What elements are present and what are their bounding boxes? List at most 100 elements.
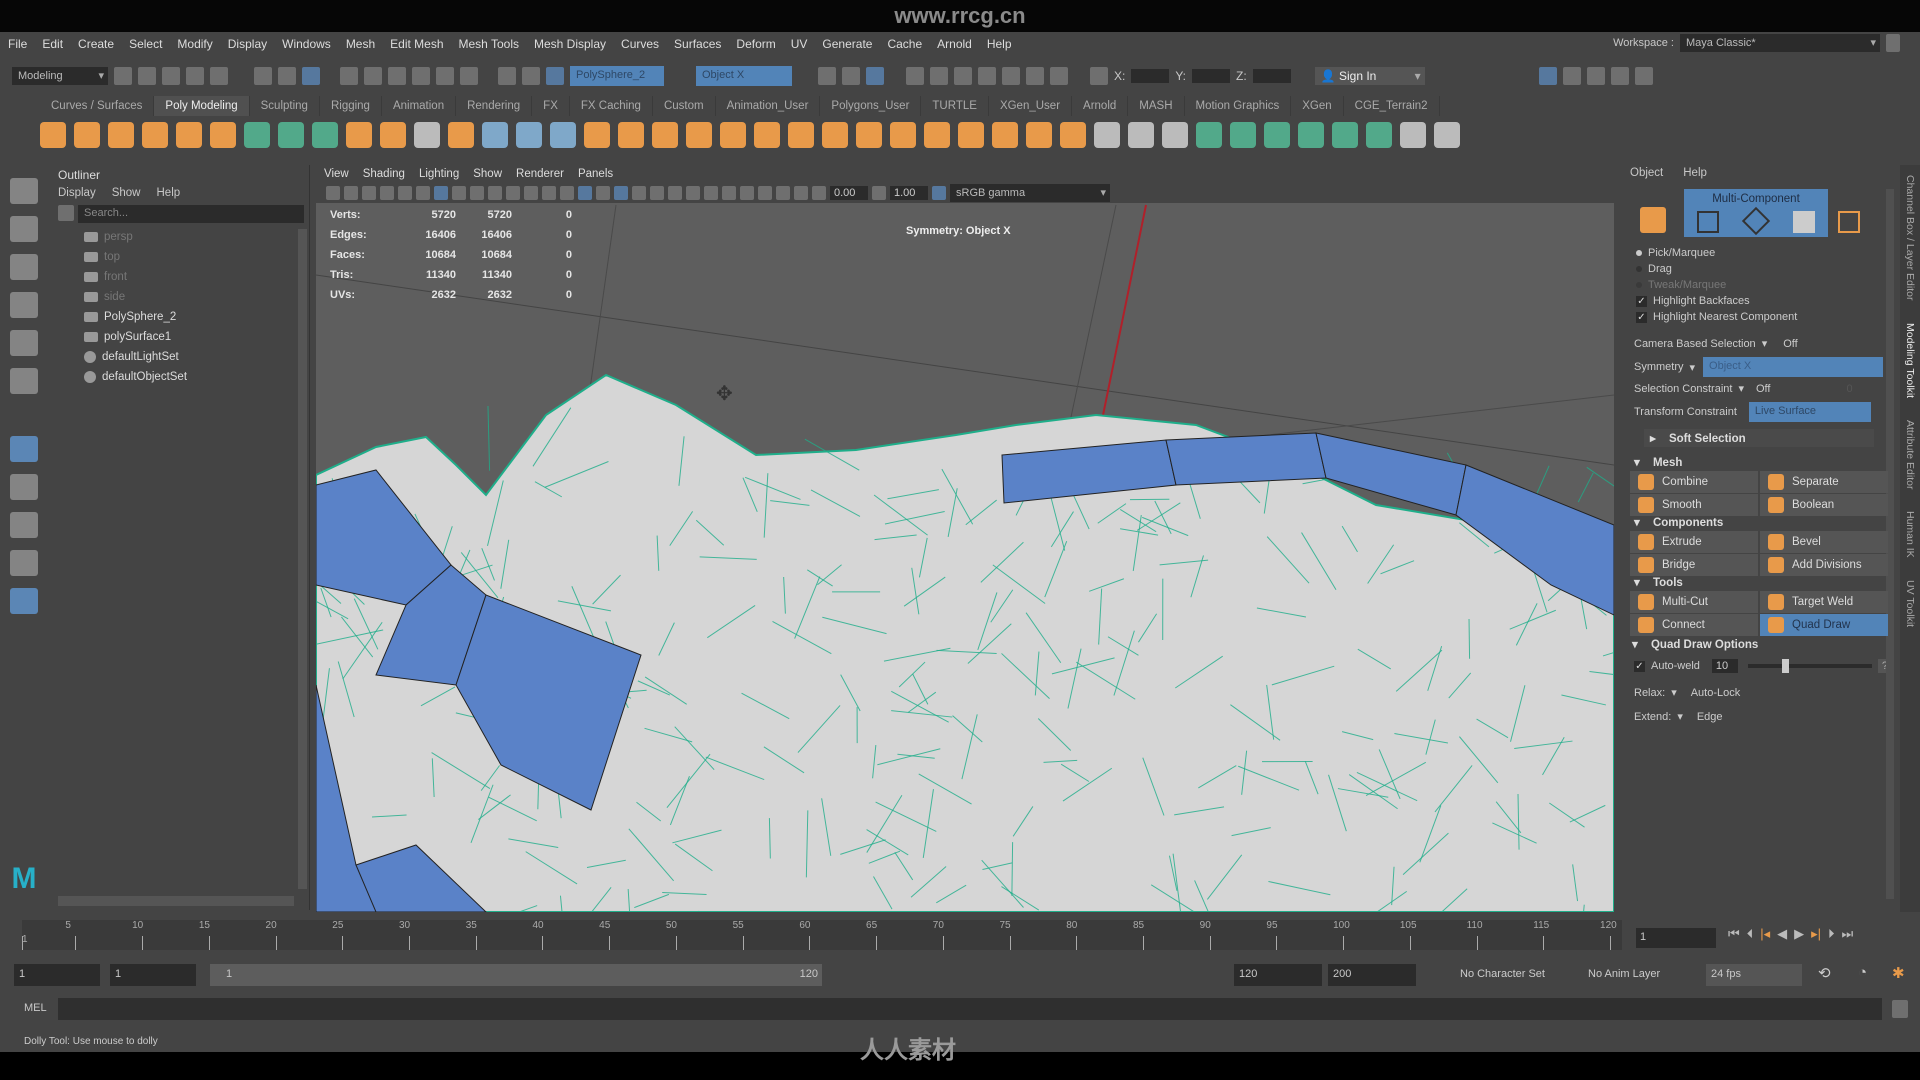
shelf-tab[interactable]: Custom: [653, 96, 716, 116]
select-component-icon[interactable]: [302, 67, 320, 85]
render-frame-icon[interactable]: [906, 67, 924, 85]
shelf-tool-icon[interactable]: [1230, 122, 1256, 148]
viewport-menu-panels[interactable]: Panels: [578, 168, 613, 180]
menu-edit[interactable]: Edit: [42, 37, 63, 51]
z-field[interactable]: [1252, 69, 1291, 83]
camera-selection-dropdown[interactable]: ▾: [1762, 337, 1768, 350]
shelf-tool-icon[interactable]: [1434, 122, 1460, 148]
redo-icon[interactable]: [210, 67, 228, 85]
symmetry-field[interactable]: Object X: [696, 66, 792, 86]
motion-blur-icon[interactable]: [704, 186, 718, 200]
safe-title-icon[interactable]: [542, 186, 556, 200]
input-ops-icon[interactable]: [818, 67, 836, 85]
shelf-tab[interactable]: Arnold: [1072, 96, 1129, 116]
outliner-layout-icon[interactable]: [10, 588, 38, 614]
four-view-layout-icon[interactable]: [10, 512, 38, 538]
separate-button[interactable]: Separate: [1760, 471, 1888, 493]
shelf-tab[interactable]: CGE_Terrain2: [1344, 96, 1440, 116]
shelf-tool-icon[interactable]: [788, 122, 814, 148]
transform-constraint-dropdown[interactable]: Live Surface: [1748, 402, 1871, 422]
shelf-tool-icon[interactable]: [1332, 122, 1358, 148]
bevel-button[interactable]: Bevel: [1760, 531, 1888, 553]
shelf-tool-icon[interactable]: [856, 122, 882, 148]
menu-windows[interactable]: Windows: [282, 37, 331, 51]
current-frame-field[interactable]: 1: [1636, 928, 1716, 948]
menu-mesh-display[interactable]: Mesh Display: [534, 37, 606, 51]
outliner-menu-help[interactable]: Help: [157, 187, 181, 199]
select-hierarchy-icon[interactable]: [254, 67, 272, 85]
menu-mesh[interactable]: Mesh: [346, 37, 375, 51]
shadows-icon[interactable]: [668, 186, 682, 200]
auto-weld-checkbox[interactable]: ✓: [1634, 660, 1645, 672]
shelf-tool-icon[interactable]: [584, 122, 610, 148]
y-field[interactable]: [1192, 69, 1231, 83]
menu-display[interactable]: Display: [228, 37, 267, 51]
human-ik-toggle-icon[interactable]: [1562, 67, 1581, 85]
magnet-live-icon[interactable]: [546, 67, 564, 85]
xray-joints-icon[interactable]: [776, 186, 790, 200]
lights-icon[interactable]: [650, 186, 664, 200]
step-back-key-icon[interactable]: |◂: [1760, 926, 1770, 942]
shelf-tab[interactable]: Animation: [382, 96, 457, 116]
shelf-tool-icon[interactable]: [754, 122, 780, 148]
outliner-item[interactable]: persp: [84, 227, 294, 247]
script-editor-icon[interactable]: [1892, 1000, 1908, 1018]
open-scene-icon[interactable]: [138, 67, 156, 85]
side-tab[interactable]: Human IK: [1904, 511, 1916, 558]
shelf-tool-icon[interactable]: [448, 122, 474, 148]
lock-selection-icon[interactable]: [460, 67, 478, 85]
step-forward-key-icon[interactable]: ▸|: [1811, 926, 1821, 942]
exposure-icon[interactable]: [812, 186, 826, 200]
shelf-tool-icon[interactable]: [176, 122, 202, 148]
outliner-item[interactable]: side: [84, 287, 294, 307]
shelf-tool-icon[interactable]: [278, 122, 304, 148]
select-tool-icon[interactable]: [10, 178, 38, 204]
paint-select-tool-icon[interactable]: [10, 254, 38, 280]
boolean-button[interactable]: Boolean: [1760, 494, 1888, 516]
shelf-tool-icon[interactable]: [244, 122, 270, 148]
shelf-tool-icon[interactable]: [210, 122, 236, 148]
toolkit-menu-object[interactable]: Object: [1630, 167, 1663, 179]
shelf-tool-icon[interactable]: [1060, 122, 1086, 148]
character-set-dropdown[interactable]: No Character Set: [1460, 968, 1545, 980]
quad-draw-options-header[interactable]: ▾ Quad Draw Options: [1632, 637, 1758, 651]
shelf-tab[interactable]: Sculpting: [250, 96, 320, 116]
shelf-tool-icon[interactable]: [346, 122, 372, 148]
menu-select[interactable]: Select: [129, 37, 162, 51]
color-space-dropdown[interactable]: sRGB gamma: [950, 184, 1110, 202]
shelf-tool-icon[interactable]: [1298, 122, 1324, 148]
pause-icon[interactable]: [1050, 67, 1068, 85]
shelf-tool-icon[interactable]: [74, 122, 100, 148]
lock-icon[interactable]: [1886, 34, 1900, 52]
new-scene-icon[interactable]: [114, 67, 132, 85]
workspace-dropdown[interactable]: Maya Classic*: [1680, 34, 1880, 52]
face-mode-icon[interactable]: [1792, 211, 1815, 233]
tools-section-header[interactable]: ▾ Tools: [1634, 575, 1683, 589]
transform-mode-icon[interactable]: [1090, 67, 1108, 85]
shelf-tool-icon[interactable]: [720, 122, 746, 148]
shelf-tool-icon[interactable]: [822, 122, 848, 148]
bridge-button[interactable]: Bridge: [1630, 554, 1758, 576]
viewport-menu-lighting[interactable]: Lighting: [419, 168, 459, 180]
go-to-end-icon[interactable]: ⏭: [1842, 926, 1854, 942]
menu-file[interactable]: File: [8, 37, 27, 51]
side-tab[interactable]: Channel Box / Layer Editor: [1904, 175, 1916, 301]
attribute-editor-toggle-icon[interactable]: [1586, 67, 1605, 85]
shelf-tool-icon[interactable]: [1400, 122, 1426, 148]
time-slider-track[interactable]: 1 5 10 15 20 25 30 35 40 45 50 55 60 65 70 75 80 85 90 95 10…: [22, 920, 1622, 950]
2d-pan-icon[interactable]: [398, 186, 412, 200]
quad-draw-tool-icon[interactable]: [10, 436, 38, 462]
shelf-tool-icon[interactable]: [550, 122, 576, 148]
playback-end-field[interactable]: 120: [1234, 964, 1322, 986]
shelf-tool-icon[interactable]: [992, 122, 1018, 148]
tweak-marquee-radio[interactable]: [1636, 282, 1642, 288]
multi-component-toggle[interactable]: Multi-Component: [1684, 189, 1828, 237]
ipr-render-icon[interactable]: [954, 67, 972, 85]
outliner-scrollbar[interactable]: [298, 229, 307, 889]
relax-dropdown[interactable]: ▾: [1671, 686, 1677, 699]
camera-lock-icon[interactable]: [344, 186, 358, 200]
arnold-render-icon[interactable]: [1026, 67, 1044, 85]
shelf-tool-icon[interactable]: [686, 122, 712, 148]
outliner-item[interactable]: PolySphere_2: [84, 307, 294, 327]
mesh-section-header[interactable]: ▾ Mesh: [1634, 455, 1682, 469]
